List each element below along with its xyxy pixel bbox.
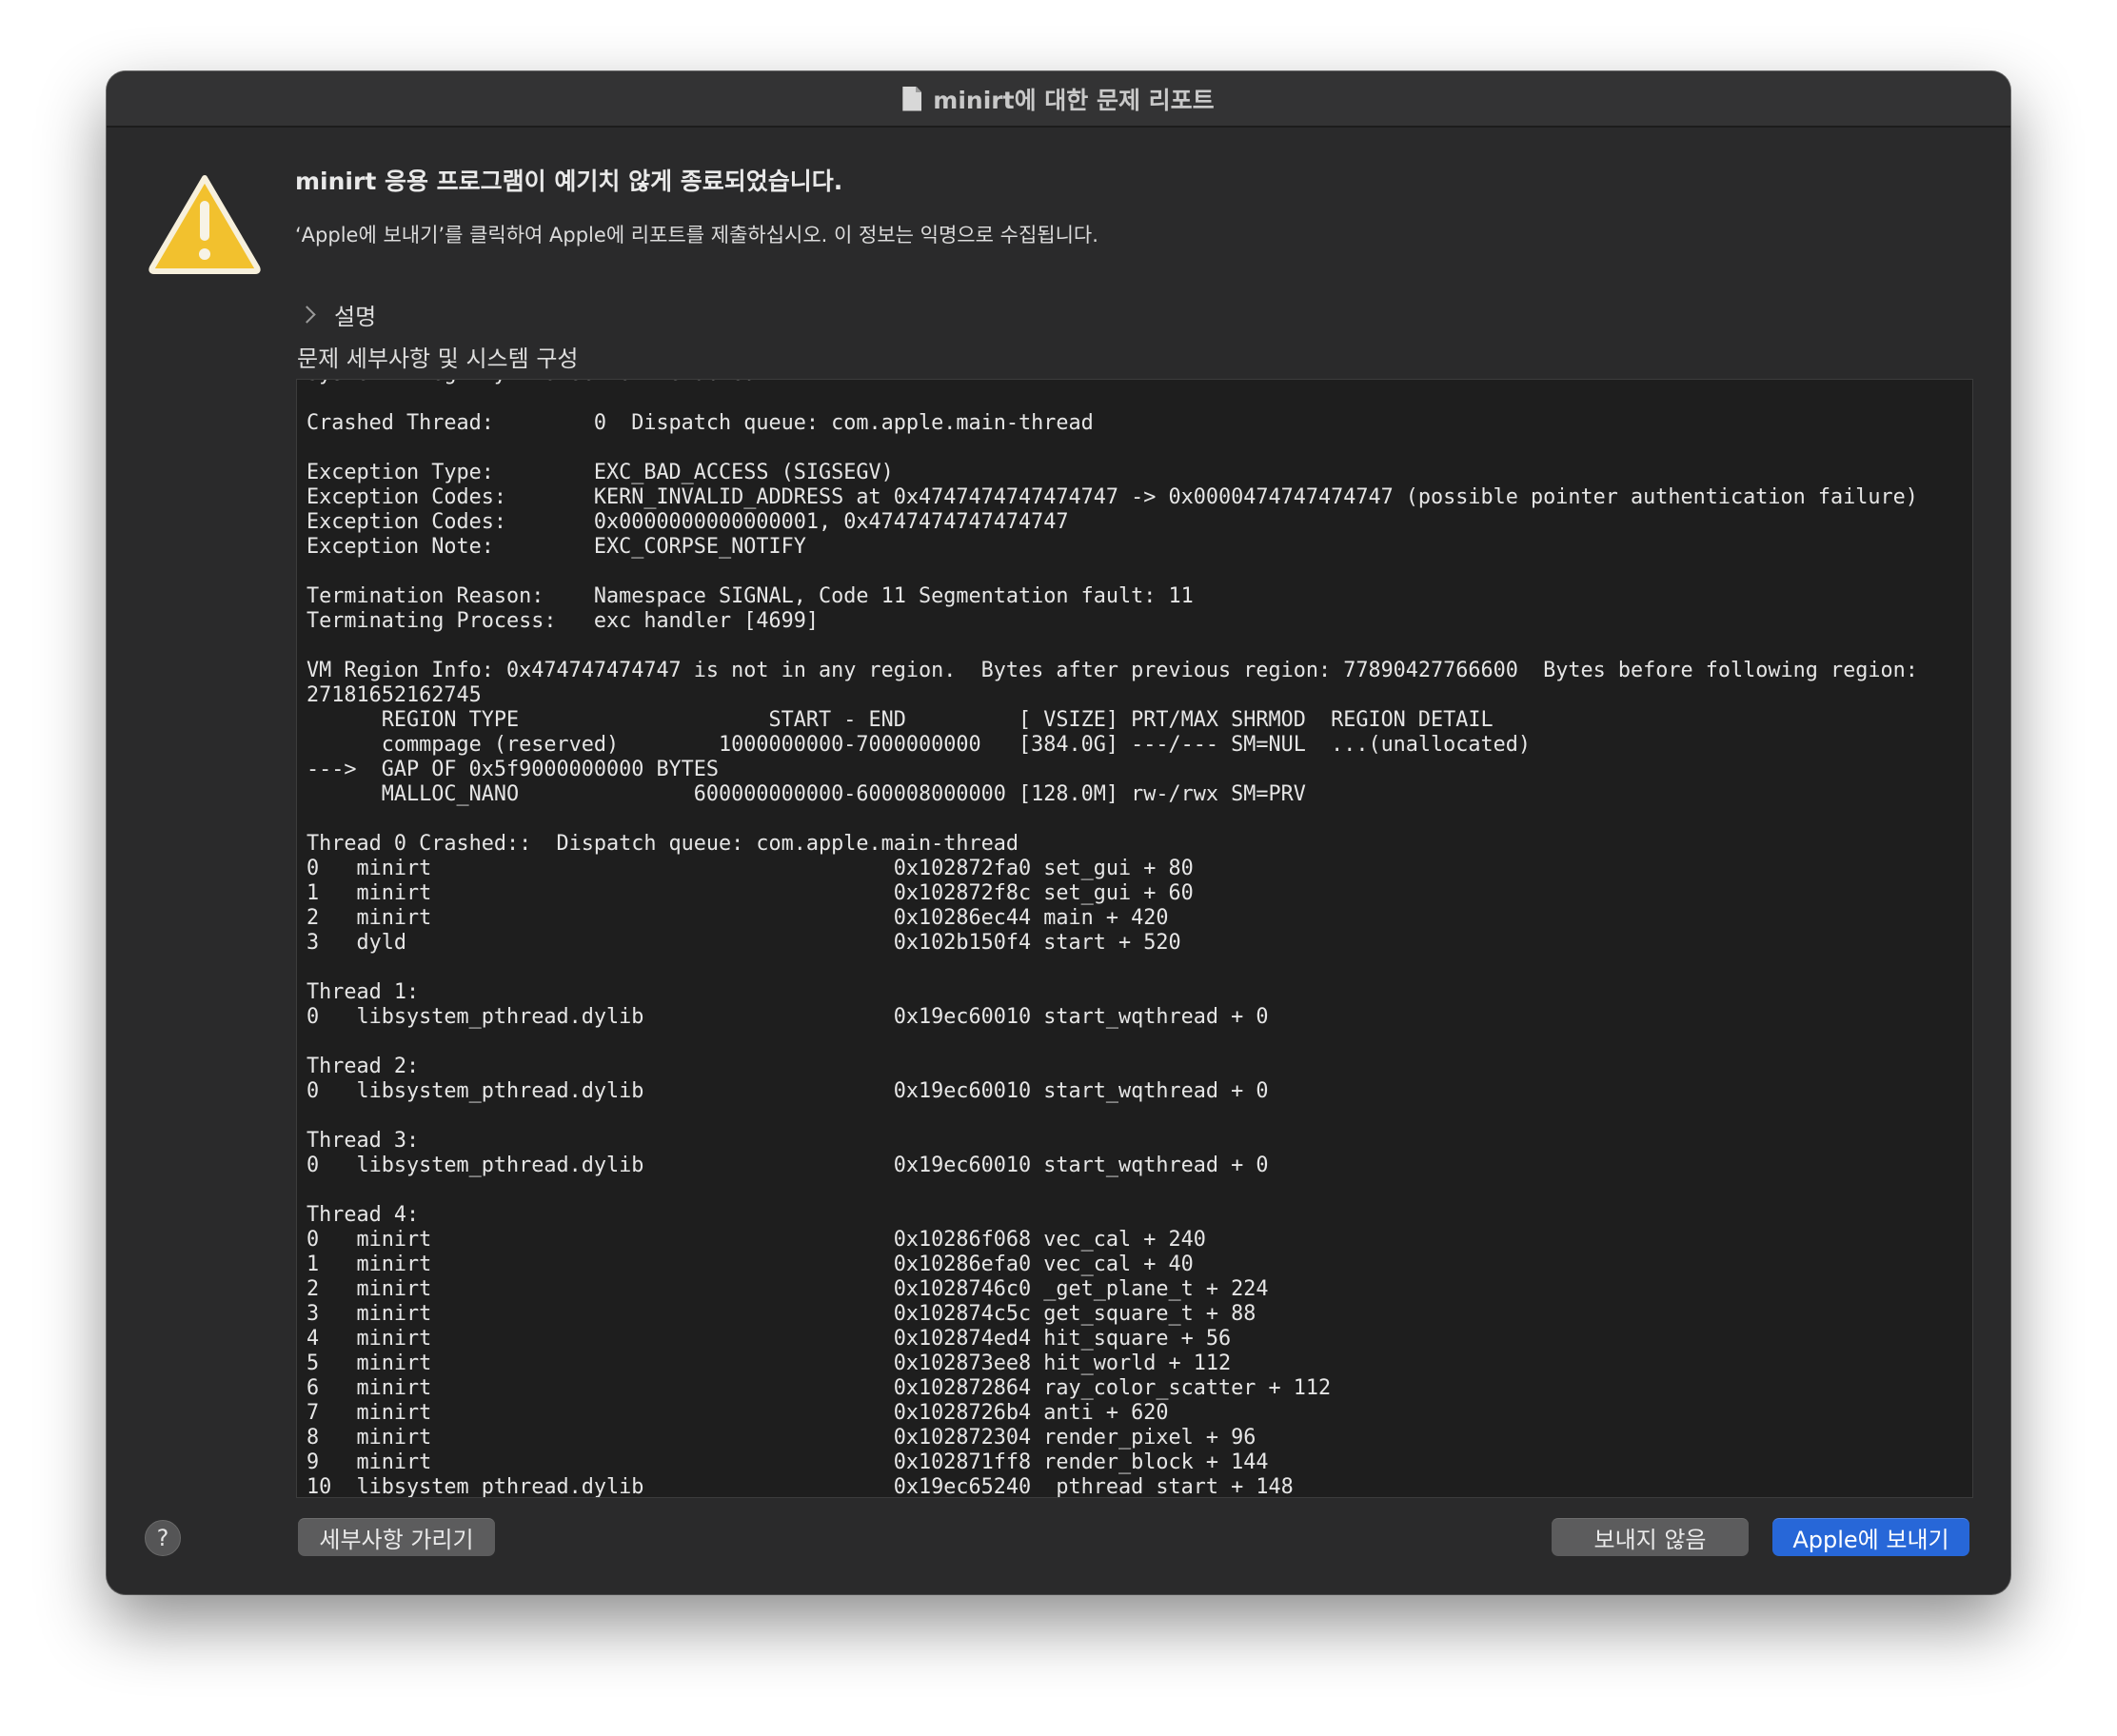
- alert-message: ‘Apple에 보내기’를 클릭하여 Apple에 리포트를 제출하십시오. 이…: [295, 224, 1098, 247]
- alert-heading: minirt 응용 프로그램이 예기치 않게 종료되었습니다.: [295, 168, 843, 195]
- warning-triangle-icon: [148, 175, 261, 274]
- dont-send-button[interactable]: 보내지 않음: [1552, 1518, 1749, 1556]
- hide-details-button[interactable]: 세부사항 가리기: [298, 1518, 495, 1556]
- problem-report-window: minirt에 대한 문제 리포트 minirt 응용 프로그램이 예기치 않게…: [107, 71, 2010, 1594]
- window-title: minirt에 대한 문제 리포트: [933, 86, 1215, 114]
- crash-report-text: System Integrity Protection: enabled Cra…: [307, 380, 1918, 1498]
- description-label: 설명: [334, 304, 377, 330]
- send-to-apple-button[interactable]: Apple에 보내기: [1772, 1518, 1969, 1556]
- title-bar: minirt에 대한 문제 리포트: [107, 71, 2010, 128]
- description-disclosure[interactable]: 설명: [298, 298, 377, 331]
- document-icon: [902, 86, 922, 111]
- crash-report-textview[interactable]: System Integrity Protection: enabled Cra…: [296, 379, 1973, 1498]
- details-section-label: 문제 세부사항 및 시스템 구성: [297, 345, 579, 372]
- help-button[interactable]: ?: [145, 1520, 181, 1556]
- chevron-right-icon: [298, 306, 316, 324]
